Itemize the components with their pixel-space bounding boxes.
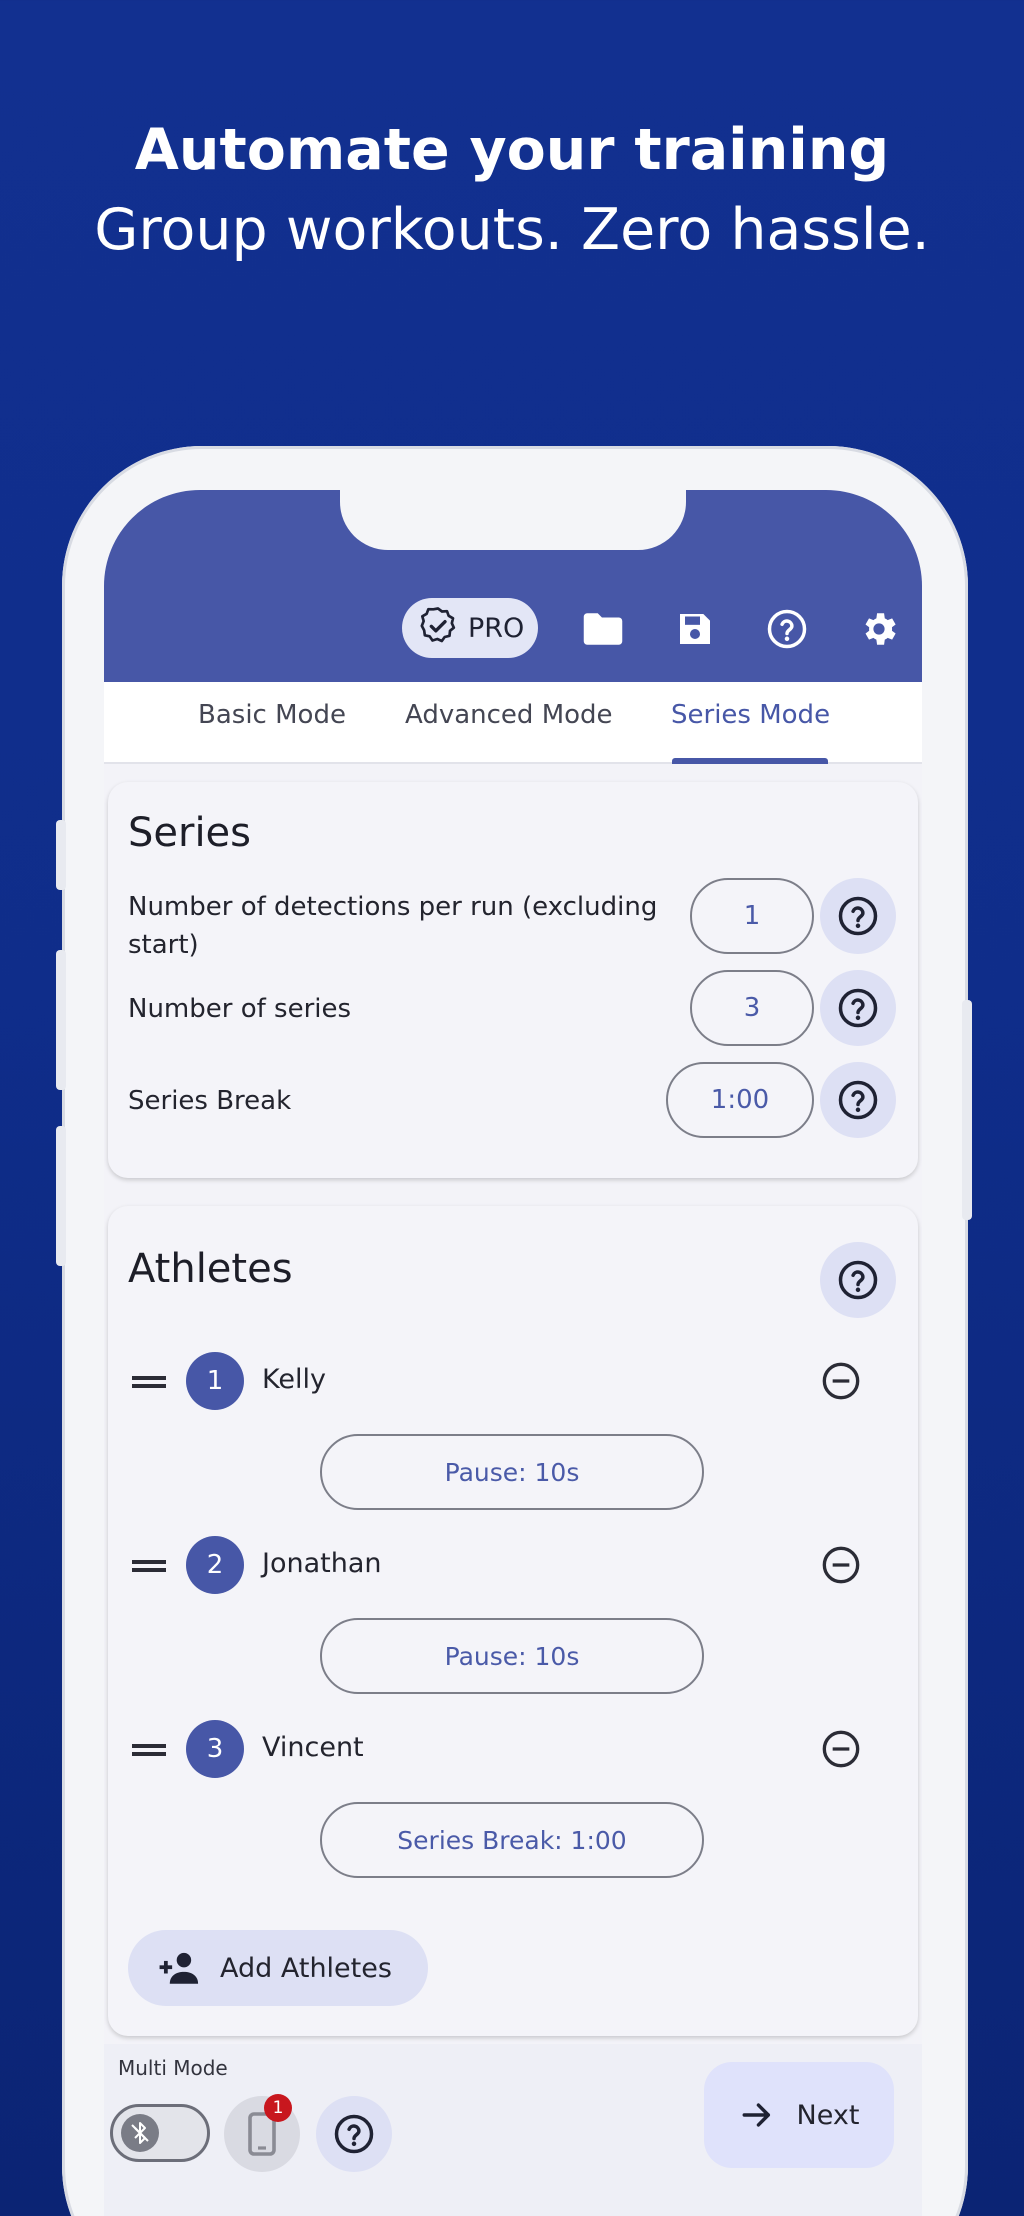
athletes-help-button[interactable] (820, 1242, 896, 1318)
next-button[interactable]: Next (704, 2062, 894, 2168)
series-count-label: Number of series (128, 994, 352, 1024)
arrow-right-icon (742, 2103, 770, 2127)
multi-mode-help-button[interactable] (316, 2096, 392, 2172)
detections-input[interactable]: 1 (690, 878, 814, 954)
series-count-help-button[interactable] (820, 970, 896, 1046)
phone-side-button (56, 820, 66, 890)
phone-side-button (56, 950, 66, 1090)
tab-indicator (672, 758, 828, 764)
drag-handle-icon[interactable] (132, 1742, 166, 1758)
help-icon (838, 1260, 878, 1300)
phone-side-button (56, 1126, 66, 1266)
help-icon (334, 2114, 374, 2154)
bottom-bar: Multi Mode 1 Next (104, 2044, 922, 2216)
tab-series-mode[interactable]: Series Mode (671, 700, 830, 730)
athlete-number-badge: 2 (186, 1536, 244, 1594)
minus-circle-icon (822, 1362, 860, 1400)
athlete-name: Jonathan (262, 1548, 382, 1579)
mode-tabs: Basic Mode Advanced Mode Series Mode (104, 682, 922, 764)
series-card: Series Number of detections per run (exc… (108, 782, 918, 1178)
next-label: Next (796, 2099, 860, 2131)
detections-label: Number of detections per run (excluding … (128, 892, 658, 960)
save-icon[interactable] (672, 606, 718, 652)
series-title: Series (128, 810, 252, 856)
series-break-help-button[interactable] (820, 1062, 896, 1138)
series-count-input[interactable]: 3 (690, 970, 814, 1046)
series-break-input[interactable]: 1:00 (666, 1062, 814, 1138)
remove-athlete-button[interactable] (820, 1728, 862, 1770)
help-icon (838, 1080, 878, 1120)
pro-button[interactable]: PRO (402, 598, 538, 658)
minus-circle-icon (822, 1730, 860, 1768)
drag-handle-icon[interactable] (132, 1374, 166, 1390)
athlete-number-badge: 3 (186, 1720, 244, 1778)
athletes-card: Athletes 1 Kelly Pause: 10s 2 Jonathan P… (108, 1206, 918, 2036)
athlete-number-badge: 1 (186, 1352, 244, 1410)
help-icon (838, 988, 878, 1028)
tab-advanced-mode[interactable]: Advanced Mode (405, 700, 613, 730)
remove-athlete-button[interactable] (820, 1360, 862, 1402)
app-screen: PRO Basic Mode Advanced Mode Series Mode… (104, 490, 922, 2216)
athletes-title: Athletes (128, 1246, 293, 1292)
multi-mode-toggle[interactable] (110, 2104, 210, 2162)
athlete-name: Kelly (262, 1364, 326, 1395)
series-break-button[interactable]: Series Break: 1:00 (320, 1802, 704, 1878)
settings-icon[interactable] (856, 606, 902, 652)
phone-side-button (962, 1000, 972, 1220)
subline: Group workouts. Zero hassle. (94, 197, 930, 263)
device-count-badge: 1 (264, 2094, 292, 2122)
headline: Automate your training (134, 117, 890, 183)
tab-basic-mode[interactable]: Basic Mode (198, 700, 346, 730)
multi-mode-label: Multi Mode (118, 2056, 228, 2080)
detections-help-button[interactable] (820, 878, 896, 954)
pause-button[interactable]: Pause: 10s (320, 1434, 704, 1510)
remove-athlete-button[interactable] (820, 1544, 862, 1586)
help-icon[interactable] (764, 606, 810, 652)
add-athletes-label: Add Athletes (220, 1952, 392, 1984)
minus-circle-icon (822, 1546, 860, 1584)
phone-notch (340, 490, 686, 550)
pro-label: PRO (468, 612, 525, 644)
drag-handle-icon[interactable] (132, 1558, 166, 1574)
add-athletes-button[interactable]: Add Athletes (128, 1930, 428, 2006)
bluetooth-disabled-icon (121, 2114, 159, 2152)
verified-badge-icon (418, 606, 458, 650)
pause-button[interactable]: Pause: 10s (320, 1618, 704, 1694)
add-person-icon (159, 1952, 199, 1984)
athlete-name: Vincent (262, 1732, 364, 1763)
help-icon (838, 896, 878, 936)
folder-icon[interactable] (580, 606, 626, 652)
series-break-label: Series Break (128, 1086, 292, 1116)
